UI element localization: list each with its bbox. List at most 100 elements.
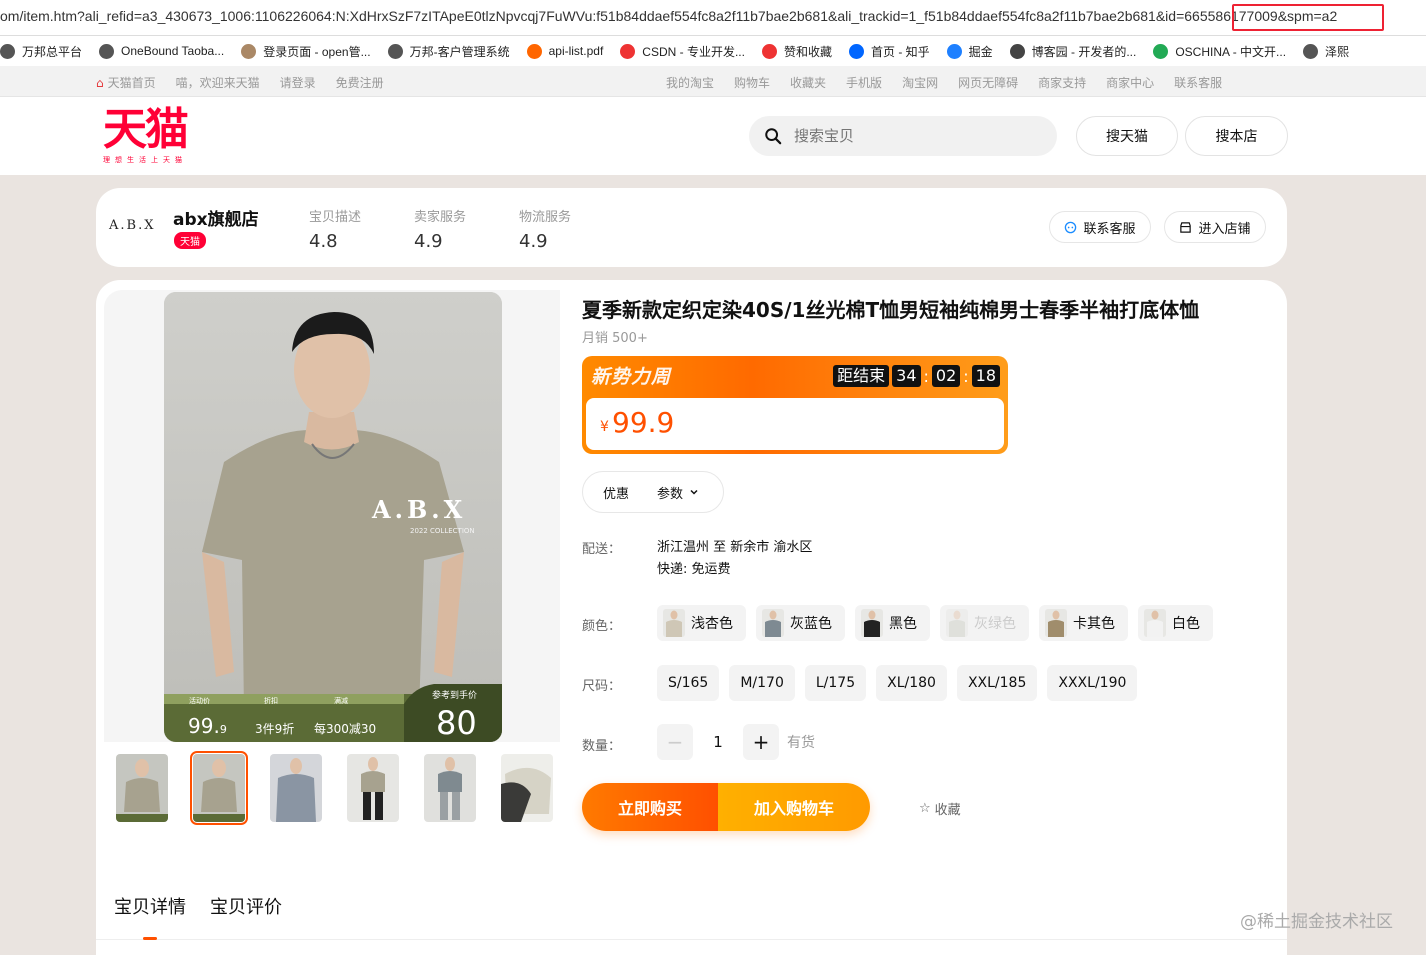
quantity-value[interactable]: 1 [693,733,743,751]
color-options: 浅杏色 灰蓝色 黑色 灰绿色 卡其色 白色 [657,605,1223,641]
shop-stat-logistics: 物流服务 4.9 [519,210,572,252]
main-product-image[interactable]: A.B.X 2022 COLLECTION 活动价 折扣 满减 参考到手价 99… [164,292,502,742]
bookmark-item[interactable]: 登录页面 - open管... [241,43,371,60]
shop-logo[interactable]: A.B.X [109,218,155,233]
url-text[interactable]: om/item.htm?ali_refid=a3_430673_1006:110… [0,8,1337,24]
search-icon [765,128,782,145]
address-bar[interactable]: om/item.htm?ali_refid=a3_430673_1006:110… [0,0,1426,36]
color-swatch [762,609,784,637]
bookmark-item[interactable]: 博客园 - 开发者的... [1009,43,1136,60]
search-input[interactable] [794,127,1034,145]
tmall-top-nav: ⌂ 天猫首页 喵，欢迎来天猫 请登录 免费注册 我的淘宝 购物车 收藏夹 手机版 淘宝网 网… [0,66,1426,97]
search-tmall-button[interactable]: 搜天猫 [1076,116,1178,156]
thumbnail-1[interactable] [116,754,168,822]
color-swatch [1144,609,1166,637]
favorite-button[interactable]: ☆ 收藏 [919,799,961,818]
tab-reviews[interactable]: 宝贝评价 [210,893,282,919]
bookmark-item[interactable]: 首页 - 知乎 [848,43,930,60]
color-option[interactable]: 浅杏色 [657,605,746,641]
bookmark-item[interactable]: 万邦-客户管理系统 [387,43,510,60]
delivery-route[interactable]: 浙江温州 至 新余市 渝水区 [657,537,812,559]
size-option[interactable]: XXXL/190 [1047,665,1138,701]
quantity-label: 数量： [582,739,622,754]
size-option[interactable]: XL/180 [876,665,947,701]
bookmark-item[interactable]: CSDN - 专业开发... [620,43,745,60]
bookmark-item[interactable]: 赞和收藏 [761,43,832,60]
size-option[interactable]: S/165 [657,665,720,701]
quantity-stepper: − 1 + 有货 [657,724,815,760]
shop-name[interactable]: abx旗舰店 [173,205,259,230]
topnav-link[interactable]: 网页无障碍 [958,74,1018,91]
search-shop-button[interactable]: 搜本店 [1185,116,1288,156]
bookmark-item[interactable]: OneBound Taoba... [99,43,224,59]
topnav-link[interactable]: 淘宝网 [902,74,938,91]
delivery-info: 浙江温州 至 新余市 渝水区 快递: 免运费 [657,537,812,581]
active-tab-indicator [143,937,157,940]
monthly-sales: 月销 500+ [582,331,648,346]
shop-stat-description: 宝贝描述 4.8 [309,210,362,252]
quantity-increase-button[interactable]: + [743,724,779,760]
tab-detail[interactable]: 宝贝详情 [114,893,186,919]
globe-icon [99,43,115,59]
size-option[interactable]: L/175 [804,665,867,701]
color-option[interactable]: 灰绿色 [940,605,1029,641]
topnav-link[interactable]: 我的淘宝 [666,74,714,91]
color-option[interactable]: 灰蓝色 [756,605,845,641]
store-icon [1180,221,1192,233]
url-id-highlight [1232,4,1384,31]
tmall-logo[interactable]: 天猫 理想生活上天猫 [103,107,195,165]
nav-home-link[interactable]: ⌂ 天猫首页 [96,74,156,91]
thumbnail-4[interactable] [347,754,399,822]
color-option[interactable]: 白色 [1138,605,1213,641]
topnav-link[interactable]: 商家中心 [1106,74,1154,91]
color-option[interactable]: 黑色 [855,605,930,641]
thumbnail-5[interactable] [424,754,476,822]
buy-now-button[interactable]: 立即购买 [582,783,718,831]
promo-tag: 新势力周 [591,366,672,388]
home-icon: ⌂ [96,75,104,90]
detail-tabs: 宝贝详情 宝贝评价 [114,893,282,919]
nav-register-link[interactable]: 免费注册 [336,74,384,91]
enter-shop-button[interactable]: 进入店铺 [1164,211,1266,243]
add-to-cart-button[interactable]: 加入购物车 [718,783,870,831]
quantity-decrease-button[interactable]: − [657,724,693,760]
chevron-down-icon [690,489,698,495]
pdf-icon [526,43,542,59]
bookmark-item[interactable]: 泽熙 [1303,43,1349,60]
shop-stat-service: 卖家服务 4.9 [414,210,467,252]
topnav-link[interactable]: 商家支持 [1038,74,1086,91]
globe-icon [0,43,15,59]
tab-params[interactable]: 参数 [657,483,699,502]
product-photo: A.B.X 2022 COLLECTION [164,292,502,742]
globe-icon [1303,43,1319,59]
image-brand-sub: 2022 COLLECTION [410,527,475,535]
topnav-link[interactable]: 购物车 [734,74,770,91]
stock-status: 有货 [787,735,815,751]
countdown-seconds: 18 [971,365,1000,387]
bookmark-item[interactable]: OSCHINA - 中文开... [1153,43,1286,60]
thumbnail-6[interactable] [501,754,553,822]
nav-login-link[interactable]: 请登录 [280,74,316,91]
bookmark-item[interactable]: api-list.pdf [526,43,603,59]
contact-service-button[interactable]: 联系客服 [1049,211,1151,243]
color-label: 颜色： [582,619,622,634]
topnav-link[interactable]: 联系客服 [1174,74,1222,91]
size-option[interactable]: XXL/185 [956,665,1038,701]
bookmark-item[interactable]: 万邦总平台 [0,43,82,60]
image-icon [241,43,257,59]
color-option[interactable]: 卡其色 [1039,605,1128,641]
color-swatch [1045,609,1067,637]
bookmark-item[interactable]: 掘金 [946,43,993,60]
thumbnail-2[interactable] [190,751,248,825]
countdown-timer: 距结束 34 : 02 : 18 [833,365,1000,387]
thumbnail-3[interactable] [270,754,322,822]
tab-discount[interactable]: 优惠 [603,483,629,502]
color-swatch [946,609,968,637]
size-option[interactable]: M/170 [729,665,795,701]
topnav-link[interactable]: 收藏夹 [790,74,826,91]
globe-icon [387,43,403,59]
search-box[interactable] [749,116,1057,156]
currency-symbol: ¥ [600,419,609,435]
bookmarks-bar: 万邦总平台 OneBound Taoba... 登录页面 - open管... 万邦-… [0,36,1426,66]
topnav-link[interactable]: 手机版 [846,74,882,91]
